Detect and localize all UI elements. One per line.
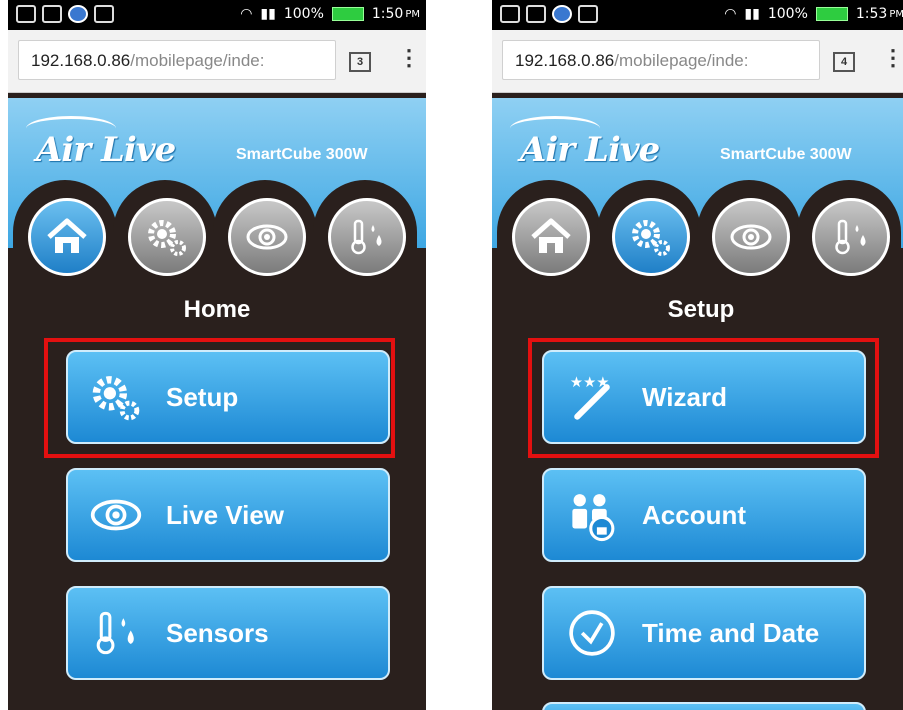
browser-menu-button[interactable]: ⋮ [398, 47, 420, 69]
phone-screen-setup: ◠ ▮▮ 100% 1:53 PM 192.168.0.86/mobilepage… [492, 0, 903, 710]
next-menu-button[interactable] [542, 702, 866, 710]
live-view-button[interactable]: Live View [66, 468, 390, 562]
message-icon [500, 5, 520, 23]
message-icon [16, 5, 36, 23]
nav-sensors-button[interactable] [328, 198, 406, 276]
time-and-date-button-label: Time and Date [642, 617, 820, 648]
url-path: /mobilepage/inde: [130, 51, 265, 70]
product-name: SmartCube 300W [720, 146, 852, 163]
tab-switcher-button[interactable]: 3 [349, 52, 371, 72]
url-host: 192.168.0.86 [31, 51, 131, 70]
url-path: /mobilepage/inde: [614, 51, 749, 70]
page-title: Home [183, 296, 251, 323]
brand-logo: Air Live [36, 130, 176, 170]
sensors-button-label: Sensors [166, 617, 269, 648]
gears-icon [632, 220, 670, 256]
wifi-icon: ◠ [724, 6, 737, 22]
nav-sensors-button[interactable] [812, 198, 890, 276]
home-icon [531, 218, 571, 253]
status-bar: ◠ ▮▮ 100% 1:53 PM [492, 0, 903, 30]
address-bar[interactable]: 192.168.0.86/mobilepage/inde: [18, 40, 336, 80]
clock-time: 1:50 [371, 6, 404, 22]
browser-menu-button[interactable]: ⋮ [882, 47, 903, 69]
gears-icon [148, 220, 186, 256]
thermometer-drops-icon [351, 219, 382, 255]
nav-home-button[interactable] [512, 198, 590, 276]
home-icon [47, 218, 87, 253]
highlight-box [528, 338, 879, 458]
nav-liveview-button[interactable] [712, 198, 790, 276]
clock-ampm: PM [405, 8, 420, 20]
time-and-date-button[interactable]: Time and Date [542, 586, 866, 680]
clock-icon [560, 601, 624, 665]
eye-icon [246, 224, 288, 250]
sensors-button[interactable]: Sensors [66, 586, 390, 680]
tab-switcher-button[interactable]: 4 [833, 52, 855, 72]
download-icon [578, 5, 598, 23]
thermometer-drops-icon [84, 601, 148, 665]
battery-icon [815, 7, 848, 21]
users-lock-icon [560, 483, 624, 547]
nav-liveview-button[interactable] [228, 198, 306, 276]
account-button[interactable]: Account [542, 468, 866, 562]
highlight-box [44, 338, 395, 458]
battery-percent: 100% [283, 6, 324, 22]
nav-setup-button[interactable] [612, 198, 690, 276]
live-view-button-label: Live View [166, 499, 285, 530]
nav-home-button[interactable] [28, 198, 106, 276]
address-bar[interactable]: 192.168.0.86/mobilepage/inde: [502, 40, 820, 80]
phone-screen-home: ◠ ▮▮ 100% 1:50 PM 192.168.0.86/mobilepage… [8, 0, 426, 710]
clock-ampm: PM [889, 8, 903, 20]
thermometer-drops-icon [835, 219, 866, 255]
clock-time: 1:53 [855, 6, 888, 22]
product-name: SmartCube 300W [236, 146, 368, 163]
page-title: Setup [667, 296, 735, 323]
notification-icons [16, 5, 114, 23]
image-icon [42, 5, 62, 23]
battery-percent: 100% [767, 6, 808, 22]
app-icon [552, 5, 572, 23]
browser-toolbar: 192.168.0.86/mobilepage/inde: 4 ⋮ [492, 30, 903, 93]
signal-icon: ▮▮ [744, 6, 760, 22]
eye-icon [84, 483, 148, 547]
url-host: 192.168.0.86 [515, 51, 615, 70]
account-button-label: Account [642, 499, 746, 530]
app-icon [68, 5, 88, 23]
download-icon [94, 5, 114, 23]
status-bar: ◠ ▮▮ 100% 1:50 PM [8, 0, 426, 30]
battery-icon [331, 7, 364, 21]
image-icon [526, 5, 546, 23]
signal-icon: ▮▮ [260, 6, 276, 22]
eye-icon [730, 224, 772, 250]
brand-logo: Air Live [520, 130, 660, 170]
browser-toolbar: 192.168.0.86/mobilepage/inde: 3 ⋮ [8, 30, 426, 93]
notification-icons [500, 5, 598, 23]
wifi-icon: ◠ [240, 6, 253, 22]
nav-setup-button[interactable] [128, 198, 206, 276]
